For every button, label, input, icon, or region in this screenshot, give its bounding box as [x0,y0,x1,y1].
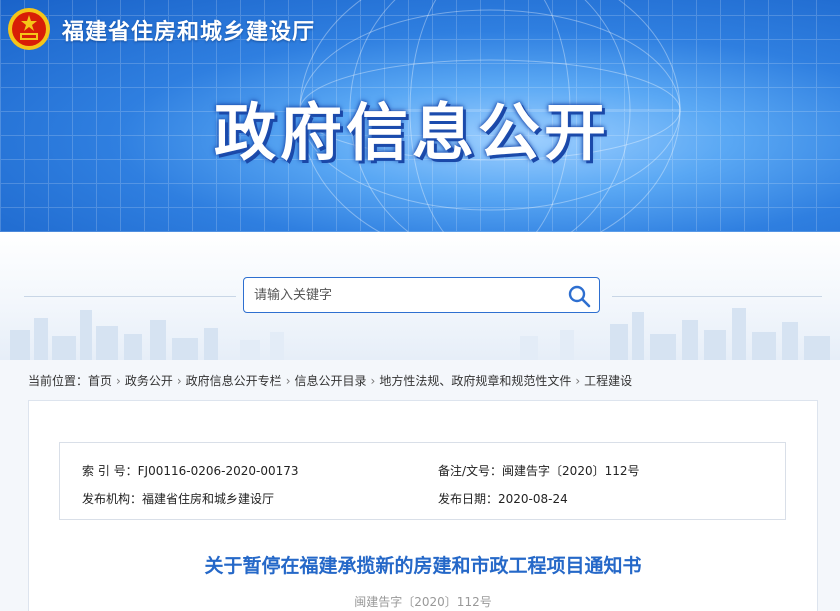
meta-docno-label: 备注/文号： [438,464,503,478]
breadcrumb-separator-icon: › [116,374,121,388]
banner-title: 政府信息公开 [214,96,611,169]
breadcrumb-regulations[interactable]: 地方性法规、政府规章和规范性文件 [379,374,571,388]
meta-org: 发布机构：福建省住房和城乡建设厅 [82,490,274,507]
meta-org-label: 发布机构： [82,492,143,506]
national-emblem-icon [8,8,50,50]
search-box [243,277,600,313]
document-title: 关于暂停在福建承揽新的房建和市政工程项目通知书 [204,555,642,577]
header-banner: 福建省住房和城乡建设厅 政府信息公开 [0,0,840,232]
breadcrumb-separator-icon: › [370,374,376,388]
breadcrumb: 当前位置：首页 › 政务公开 › 政府信息公开专栏 › 信息公开目录 › 地方性法规、政府规章和… [28,372,632,389]
breadcrumb-engineering[interactable]: 工程建设 [584,374,632,388]
breadcrumb-separator-icon: › [575,374,581,388]
breadcrumb-label: 当前位置： [28,374,89,388]
meta-index: 索 引 号：FJ00116-0206-2020-00173 [82,462,299,479]
content-panel: 索 引 号：FJ00116-0206-2020-00173 备注/文号：闽建告字… [28,400,818,611]
breadcrumb-separator-icon: › [176,374,182,388]
meta-date: 发布日期：2020-08-24 [438,490,568,507]
meta-docno: 备注/文号：闽建告字〔2020〕112号 [438,462,640,479]
breadcrumb-separator-icon: › [285,374,291,388]
meta-index-label: 索 引 号： [82,464,138,478]
meta-org-value: 福建省住房和城乡建设厅 [142,492,275,506]
document-meta-table: 索 引 号：FJ00116-0206-2020-00173 备注/文号：闽建告字… [59,442,786,520]
breadcrumb-affairs[interactable]: 政务公开 [125,374,173,388]
meta-date-label: 发布日期： [438,492,499,506]
search-input[interactable] [244,278,554,312]
meta-index-value: FJ00116-0206-2020-00173 [137,464,299,478]
search-icon[interactable] [567,284,591,308]
breadcrumb-home[interactable]: 首页 [88,374,112,388]
meta-docno-value: 闽建告字〔2020〕112号 [502,464,640,478]
meta-date-value: 2020-08-24 [498,492,568,506]
breadcrumb-info-catalog[interactable]: 信息公开目录 [295,374,367,388]
breadcrumb-info-column[interactable]: 政府信息公开专栏 [186,374,282,388]
site-name[interactable]: 福建省住房和城乡建设厅 [62,14,315,46]
document-number: 闽建告字〔2020〕112号 [354,595,492,609]
